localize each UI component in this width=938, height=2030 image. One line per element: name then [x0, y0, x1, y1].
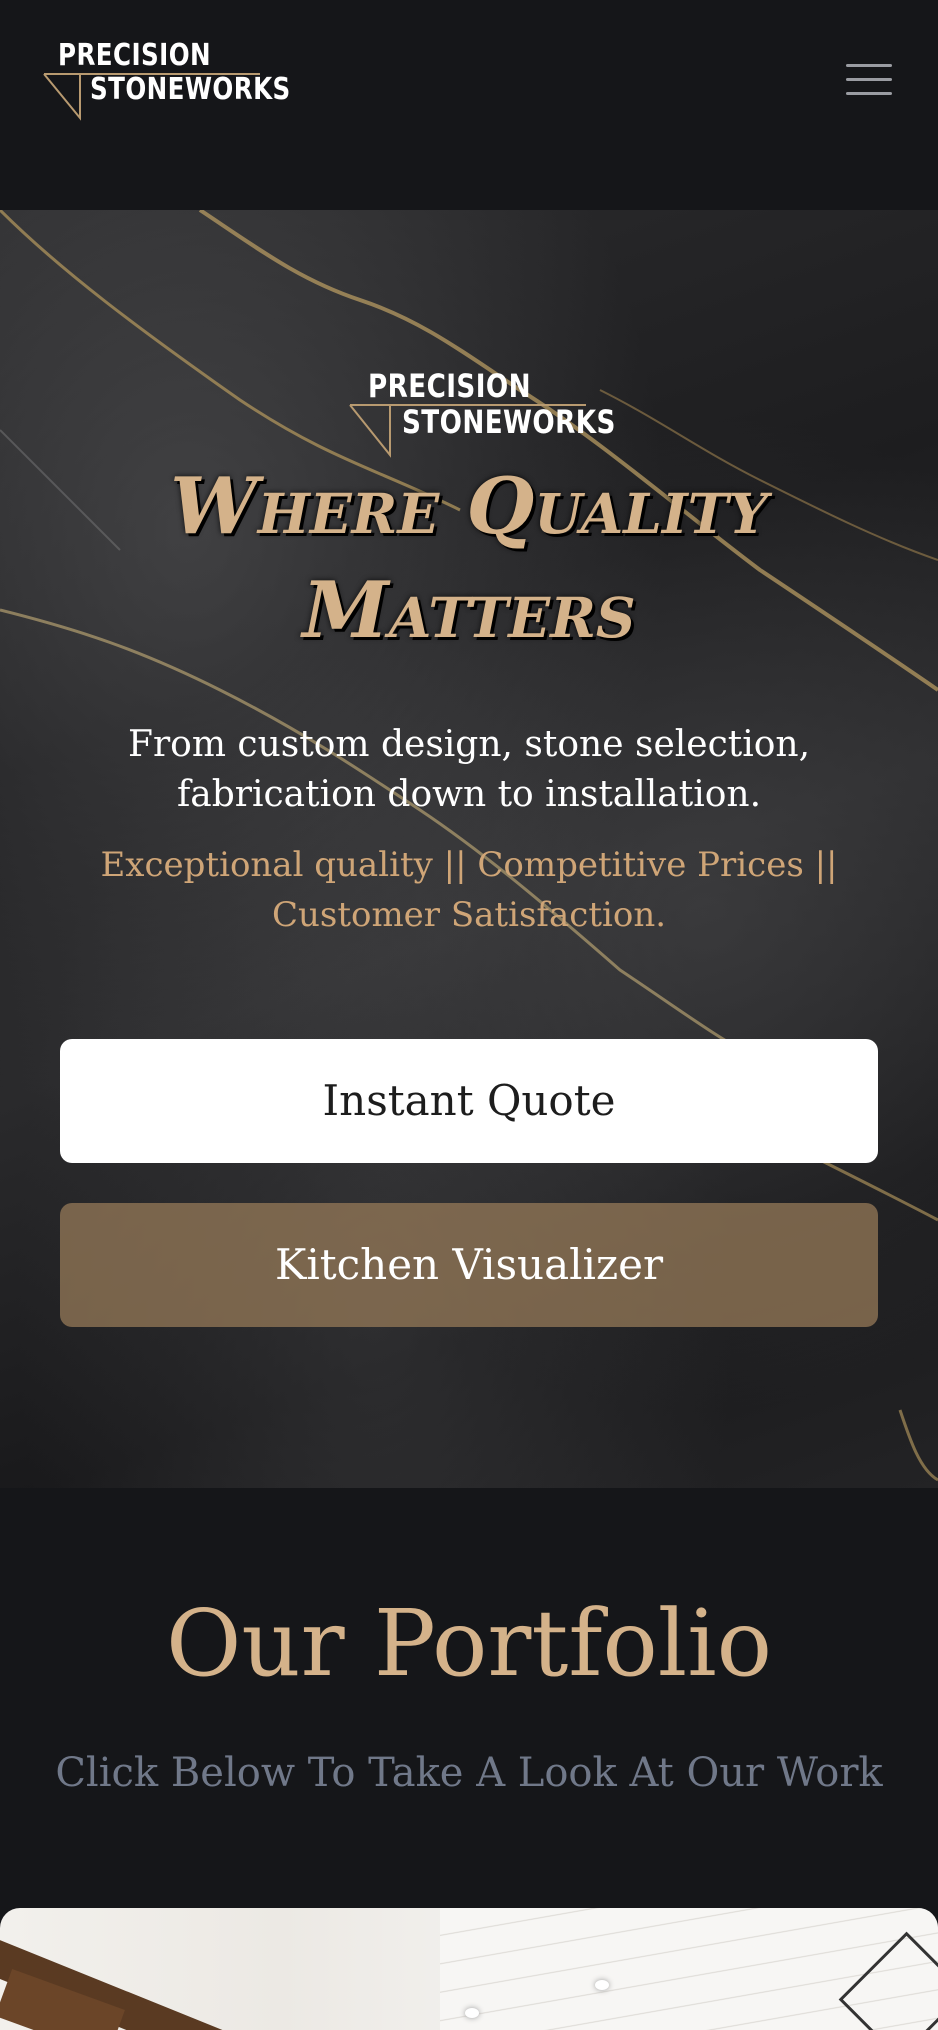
ceiling-light-icon: [465, 2008, 479, 2018]
logo-text-line1: PRECISION: [58, 38, 212, 73]
hero-logo-text-line2: STONEWORKS: [402, 403, 616, 441]
site-header: PRECISION STONEWORKS: [0, 0, 938, 210]
headline-line1: Where Quality: [170, 461, 768, 552]
hero-logo: PRECISION STONEWORKS: [348, 367, 615, 462]
hero-subtext: From custom design, stone selection, fab…: [127, 724, 811, 815]
portfolio-title: Our Portfolio: [165, 1590, 773, 1697]
headline-line2: Matters: [302, 565, 636, 656]
kitchen-visualizer-button[interactable]: Kitchen Visualizer: [60, 1203, 878, 1327]
hamburger-menu-icon[interactable]: [838, 56, 900, 106]
hero-section: PRECISION STONEWORKS Where Quality Matte…: [0, 210, 938, 1488]
hero-headline: Where Quality Matters: [0, 455, 938, 663]
site-logo[interactable]: PRECISION STONEWORKS: [40, 38, 290, 123]
instant-quote-button[interactable]: Instant Quote: [60, 1039, 878, 1163]
portfolio-subtitle: Click Below To Take A Look At Our Work: [55, 1750, 883, 1796]
logo-text-line2: STONEWORKS: [90, 72, 291, 107]
hero-logo-text-line1: PRECISION: [368, 367, 532, 405]
portfolio-image[interactable]: [0, 1908, 938, 2030]
hero-tagline: Exceptional quality || Competitive Price…: [100, 845, 838, 935]
ceiling-light-icon: [595, 1980, 609, 1990]
